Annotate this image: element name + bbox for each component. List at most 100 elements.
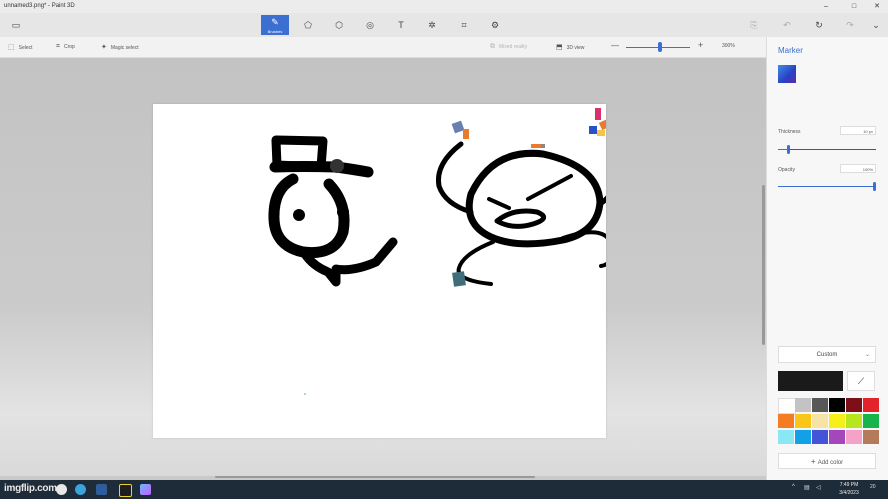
palette-swatch[interactable] bbox=[812, 430, 828, 444]
close-button[interactable]: ✕ bbox=[868, 1, 886, 12]
3d-shapes-icon[interactable]: ⬡ bbox=[325, 15, 353, 35]
add-color-label: Add color bbox=[817, 460, 844, 466]
right-leg-right-stroke bbox=[561, 230, 614, 268]
search-icon[interactable] bbox=[56, 484, 67, 495]
thickness-slider-track[interactable] bbox=[778, 149, 876, 150]
brushes-label: Brushes bbox=[267, 29, 283, 34]
3d-library-icon[interactable]: ⚙ bbox=[481, 15, 509, 35]
thickness-label: Thickness bbox=[778, 129, 801, 135]
magic-select-icon: ✦ bbox=[101, 44, 107, 51]
palette-swatch[interactable] bbox=[829, 430, 845, 444]
add-color-button[interactable]: + Add color bbox=[778, 453, 876, 469]
palette-swatch[interactable] bbox=[795, 430, 811, 444]
zoom-slider-thumb[interactable] bbox=[658, 42, 662, 52]
current-color-swatch[interactable] bbox=[778, 371, 843, 391]
eyedropper-icon[interactable]: ⟋ bbox=[847, 371, 875, 391]
chevron-down-icon: ⌄ bbox=[864, 352, 870, 358]
color-palette bbox=[777, 398, 881, 448]
palette-swatch[interactable] bbox=[846, 430, 862, 444]
minimize-button[interactable]: – bbox=[817, 1, 835, 12]
2d-shapes-icon[interactable]: ⬠ bbox=[294, 15, 322, 35]
brushes-tab[interactable]: ✎ Brushes bbox=[261, 15, 289, 35]
network-icon[interactable]: ▤ bbox=[804, 484, 810, 491]
select-button[interactable]: ⬚ Select bbox=[8, 43, 33, 51]
panel-title: Marker bbox=[778, 46, 803, 55]
window-title: unnamed3.png* - Paint 3D bbox=[4, 3, 75, 9]
drawing bbox=[268, 108, 637, 395]
expand-icon[interactable]: ⌄ bbox=[862, 15, 888, 35]
volume-icon[interactable]: ◁ bbox=[816, 484, 821, 491]
select-icon: ⬚ bbox=[8, 44, 15, 51]
marker-brush-icon[interactable] bbox=[778, 65, 796, 83]
palette-swatch[interactable] bbox=[863, 430, 879, 444]
brush-icon: ✎ bbox=[271, 17, 279, 27]
head-stroke bbox=[268, 173, 350, 259]
opacity-input[interactable]: 100% bbox=[840, 164, 876, 173]
palette-swatch[interactable] bbox=[795, 414, 811, 428]
taskbar: ^ ▤ ◁ 20 bbox=[0, 480, 888, 499]
left-eye bbox=[293, 209, 305, 221]
zoom-level: 300% bbox=[722, 43, 735, 49]
palette-swatch[interactable] bbox=[846, 398, 862, 412]
app-icon[interactable] bbox=[119, 484, 132, 497]
color-mode-value: Custom bbox=[816, 352, 838, 358]
opacity-slider-fill bbox=[778, 186, 876, 187]
palette-swatch[interactable] bbox=[795, 398, 811, 412]
paste-icon[interactable]: ⎘ bbox=[740, 15, 768, 35]
steam-icon[interactable] bbox=[96, 484, 107, 495]
palette-swatch[interactable] bbox=[812, 398, 828, 412]
history-icon[interactable]: ↻ bbox=[805, 15, 833, 35]
color-mode-dropdown[interactable]: Custom ⌄ bbox=[778, 346, 876, 363]
palette-swatch[interactable] bbox=[829, 414, 845, 428]
effects-icon[interactable]: ✲ bbox=[418, 15, 446, 35]
left-brow-stroke bbox=[487, 197, 511, 210]
sticker-book bbox=[452, 271, 466, 287]
opacity-slider-thumb[interactable] bbox=[873, 182, 876, 191]
maximize-button[interactable]: □ bbox=[845, 1, 863, 12]
sticker-top-left bbox=[451, 120, 469, 139]
canvas-icon[interactable]: ⌗ bbox=[450, 15, 478, 35]
3d-view-icon: ⬒ bbox=[556, 44, 563, 51]
mixed-reality-icon: ⧉ bbox=[490, 43, 495, 50]
mouth-stroke bbox=[494, 208, 546, 229]
clock-time[interactable]: 7:49 PM bbox=[836, 482, 862, 488]
hat-button bbox=[330, 159, 344, 173]
edge-icon[interactable] bbox=[75, 484, 86, 495]
hat-brim-stroke bbox=[269, 161, 374, 178]
menu-icon[interactable]: ▭ bbox=[2, 15, 30, 35]
redo-icon[interactable]: ↷ bbox=[836, 15, 864, 35]
sticker-top-right bbox=[589, 108, 614, 136]
text-icon[interactable]: T bbox=[387, 15, 415, 35]
mixed-reality-button[interactable]: ⧉ Mixed reality bbox=[490, 43, 527, 51]
palette-swatch[interactable] bbox=[829, 398, 845, 412]
tray-chevron-icon[interactable]: ^ bbox=[792, 484, 795, 490]
thickness-input[interactable]: 10 px bbox=[840, 126, 876, 135]
palette-swatch[interactable] bbox=[863, 398, 879, 412]
zoom-in-button[interactable]: + bbox=[698, 40, 703, 50]
crop-icon: ⌗ bbox=[56, 43, 60, 50]
horizontal-scrollbar[interactable] bbox=[215, 476, 535, 478]
palette-swatch[interactable] bbox=[863, 414, 879, 428]
palette-swatch[interactable] bbox=[778, 414, 794, 428]
drawing-canvas[interactable] bbox=[153, 104, 637, 438]
crop-button[interactable]: ⌗ Crop bbox=[56, 43, 75, 51]
clock-date[interactable]: 3/4/2023 bbox=[836, 490, 862, 496]
right-eye bbox=[337, 206, 349, 218]
palette-swatch[interactable] bbox=[778, 398, 796, 414]
vertical-scrollbar[interactable] bbox=[762, 185, 765, 345]
paint-3d-taskbar-icon[interactable] bbox=[140, 484, 151, 495]
magic-select-button[interactable]: ✦ Magic select bbox=[101, 43, 139, 51]
zoom-out-button[interactable]: — bbox=[611, 41, 619, 50]
palette-swatch[interactable] bbox=[812, 414, 828, 428]
pixel-dot bbox=[304, 393, 306, 395]
3d-view-button[interactable]: ⬒ 3D view bbox=[556, 43, 584, 51]
palette-swatch[interactable] bbox=[778, 430, 794, 444]
thickness-slider-thumb[interactable] bbox=[786, 145, 790, 154]
notification-icon[interactable]: 20 bbox=[870, 484, 876, 490]
opacity-label: Opacity bbox=[778, 167, 795, 173]
undo-icon[interactable]: ↶ bbox=[773, 15, 801, 35]
stickers-icon[interactable]: ◎ bbox=[356, 15, 384, 35]
palette-swatch[interactable] bbox=[846, 414, 862, 428]
right-brow-stroke bbox=[526, 174, 573, 201]
sticker-pencil bbox=[531, 144, 545, 148]
